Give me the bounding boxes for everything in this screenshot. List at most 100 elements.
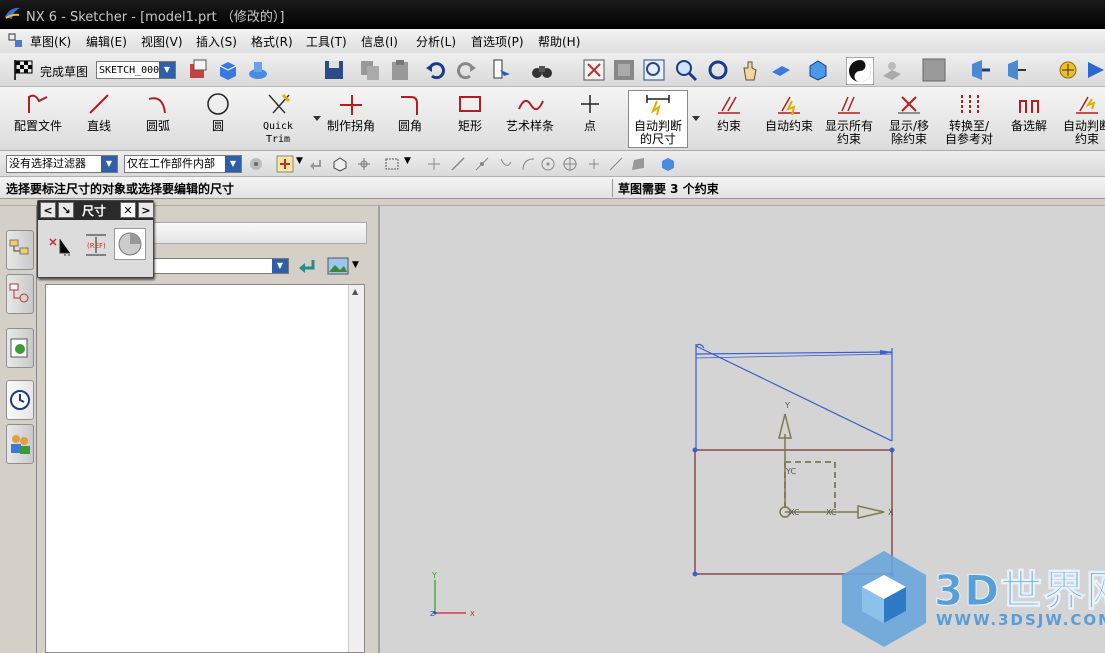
tool-make-corner[interactable]: 制作拐角 — [318, 91, 384, 147]
refresh-arrow-icon[interactable] — [297, 256, 317, 276]
rectangle-select-icon[interactable] — [384, 156, 400, 172]
paste-icon[interactable] — [388, 58, 412, 82]
tool-quick-trim[interactable]: Quick Trim — [246, 91, 310, 147]
snap-arc-center-icon[interactable] — [520, 156, 536, 172]
dropdown-arrow-icon[interactable]: ▼ — [404, 156, 411, 166]
update-model-icon[interactable] — [246, 58, 270, 82]
snap-endpoint-icon[interactable] — [426, 156, 442, 172]
sketch-orient-icon[interactable] — [186, 58, 210, 82]
collapse-arrow-icon[interactable]: ↘ — [58, 202, 74, 218]
zoom-icon[interactable] — [674, 58, 698, 82]
snap-point-icon[interactable] — [1056, 58, 1080, 82]
menu-insert[interactable]: 插入(S) — [196, 33, 237, 50]
finish-sketch-button[interactable]: 完成草图 — [40, 63, 88, 80]
dropdown-arrow-icon[interactable]: ▼ — [352, 260, 359, 270]
tool-fillet[interactable]: 圆角 — [378, 91, 442, 147]
hide-show-icon[interactable] — [846, 57, 874, 85]
work-layer-icon[interactable] — [922, 58, 946, 82]
tool-auto-constrain[interactable]: 自动约束 — [757, 91, 821, 147]
return-arrow-icon[interactable] — [308, 156, 324, 172]
animate-dimension-button[interactable] — [114, 228, 146, 260]
tool-arc[interactable]: 圆弧 — [126, 91, 190, 147]
sketch-blue-geometry[interactable] — [695, 343, 893, 450]
snap-control-point-icon[interactable] — [474, 156, 490, 172]
tool-show-all-constraints[interactable]: 显示所有 约束 — [817, 91, 881, 147]
menu-help[interactable]: 帮助(H) — [538, 33, 580, 50]
menu-info[interactable]: 信息(I) — [361, 33, 398, 50]
reattach-icon[interactable] — [216, 58, 240, 82]
undo-icon[interactable] — [424, 58, 448, 82]
snap-point-toggle-icon[interactable] — [276, 155, 294, 173]
menu-view[interactable]: 视图(V) — [141, 33, 183, 50]
redo-icon[interactable] — [454, 58, 478, 82]
rotate-icon[interactable] — [706, 58, 730, 82]
snap-midpoint-icon[interactable] — [450, 156, 466, 172]
menu-edit[interactable]: 编辑(E) — [86, 33, 127, 50]
select-body-icon[interactable] — [332, 156, 348, 172]
selection-scope-select[interactable]: 仅在工作部件内部 ▼ — [124, 155, 242, 173]
close-icon[interactable]: ✕ — [120, 202, 136, 218]
snap-intersection-icon[interactable] — [498, 156, 514, 172]
menu-format[interactable]: 格式(R) — [251, 33, 293, 50]
binoculars-icon[interactable] — [530, 58, 554, 82]
tool-point[interactable]: 点 — [558, 91, 622, 147]
snap-point-on-icon[interactable] — [586, 156, 602, 172]
tool-rectangle[interactable]: 矩形 — [438, 91, 502, 147]
menu-analysis[interactable]: 分析(L) — [416, 33, 456, 50]
tool-show-remove-constraints[interactable]: 显示/移 除约束 — [877, 91, 941, 147]
menu-tools[interactable]: 工具(T) — [306, 33, 347, 50]
background-icon[interactable] — [880, 58, 904, 82]
sketch-menu-icon — [8, 33, 22, 47]
filter-settings-icon[interactable] — [248, 156, 264, 172]
roles-tab[interactable] — [6, 424, 34, 464]
copy-icon[interactable] — [358, 58, 382, 82]
dropdown-arrow-icon[interactable]: ▼ — [296, 156, 303, 166]
graphics-window[interactable]: Y YC XC XC X Y Z X 3D世界网 WWW.3DSJW.COM — [378, 206, 1105, 653]
zoom-area-icon[interactable] — [612, 58, 636, 82]
menu-preferences[interactable]: 首选项(P) — [471, 33, 524, 50]
wcs-dynamic-icon[interactable] — [1004, 58, 1028, 82]
history-list[interactable]: ▲ — [45, 284, 365, 653]
menu-sketch[interactable]: 草图(K) — [30, 33, 71, 50]
type-filter-select[interactable]: 没有选择过滤器 ▼ — [6, 155, 118, 173]
web-browser-tab[interactable] — [6, 328, 34, 368]
history-tab[interactable] — [6, 380, 34, 420]
snap-on-surface-icon[interactable] — [630, 156, 646, 172]
tool-inferred-constraints[interactable]: 自动判断 约束 — [1057, 91, 1105, 147]
tool-circle[interactable]: 圆 — [186, 91, 250, 147]
tool-studio-spline[interactable]: 艺术样条 — [498, 91, 562, 147]
select-feature-icon[interactable] — [356, 156, 372, 172]
tool-constraints[interactable]: 约束 — [697, 91, 761, 147]
chevron-right-icon[interactable]: > — [138, 202, 154, 218]
sketch-name-select[interactable]: SKETCH_000 ▼ — [96, 61, 176, 79]
selection-arrow-icon[interactable] — [1084, 58, 1105, 82]
chevron-left-icon[interactable]: < — [40, 202, 56, 218]
dimension-scale-icon[interactable] — [46, 231, 74, 259]
snap-on-curve-icon[interactable] — [608, 156, 624, 172]
snap-bounded-icon[interactable] — [660, 156, 676, 172]
alternate-solution-icon — [1019, 100, 1039, 113]
orient-view-icon[interactable] — [768, 58, 792, 82]
pan-icon[interactable] — [738, 58, 762, 82]
assembly-navigator-tab[interactable] — [6, 230, 34, 270]
zoom-window-icon[interactable] — [642, 58, 666, 82]
snap-circle-icon[interactable] — [562, 156, 578, 172]
scroll-up-icon[interactable]: ▲ — [352, 287, 358, 296]
history-filter-select[interactable]: ▼ — [151, 258, 289, 274]
tool-profile[interactable]: 配置文件 — [6, 91, 70, 147]
snap-quadrant-icon[interactable] — [540, 156, 556, 172]
reference-dimension-icon[interactable]: (REF) — [82, 231, 110, 259]
vertical-scrollbar[interactable]: ▲ — [348, 285, 364, 652]
finish-sketch-flag-icon[interactable] — [12, 59, 36, 81]
wcs-icon[interactable] — [968, 58, 992, 82]
inspect-icon[interactable] — [490, 58, 514, 82]
tool-convert-reference[interactable]: 转换至/ 自参考对 — [937, 91, 1001, 147]
save-icon[interactable] — [322, 58, 346, 82]
render-style-icon[interactable] — [806, 58, 830, 82]
tool-inferred-dimension[interactable]: 自动判断 的尺寸 — [628, 90, 688, 148]
tool-alternate-solution[interactable]: 备选解 — [997, 91, 1061, 147]
image-view-icon[interactable] — [327, 256, 349, 276]
tool-line[interactable]: 直线 — [67, 91, 131, 147]
part-navigator-tab[interactable] — [6, 274, 34, 314]
fit-view-icon[interactable] — [582, 58, 606, 82]
